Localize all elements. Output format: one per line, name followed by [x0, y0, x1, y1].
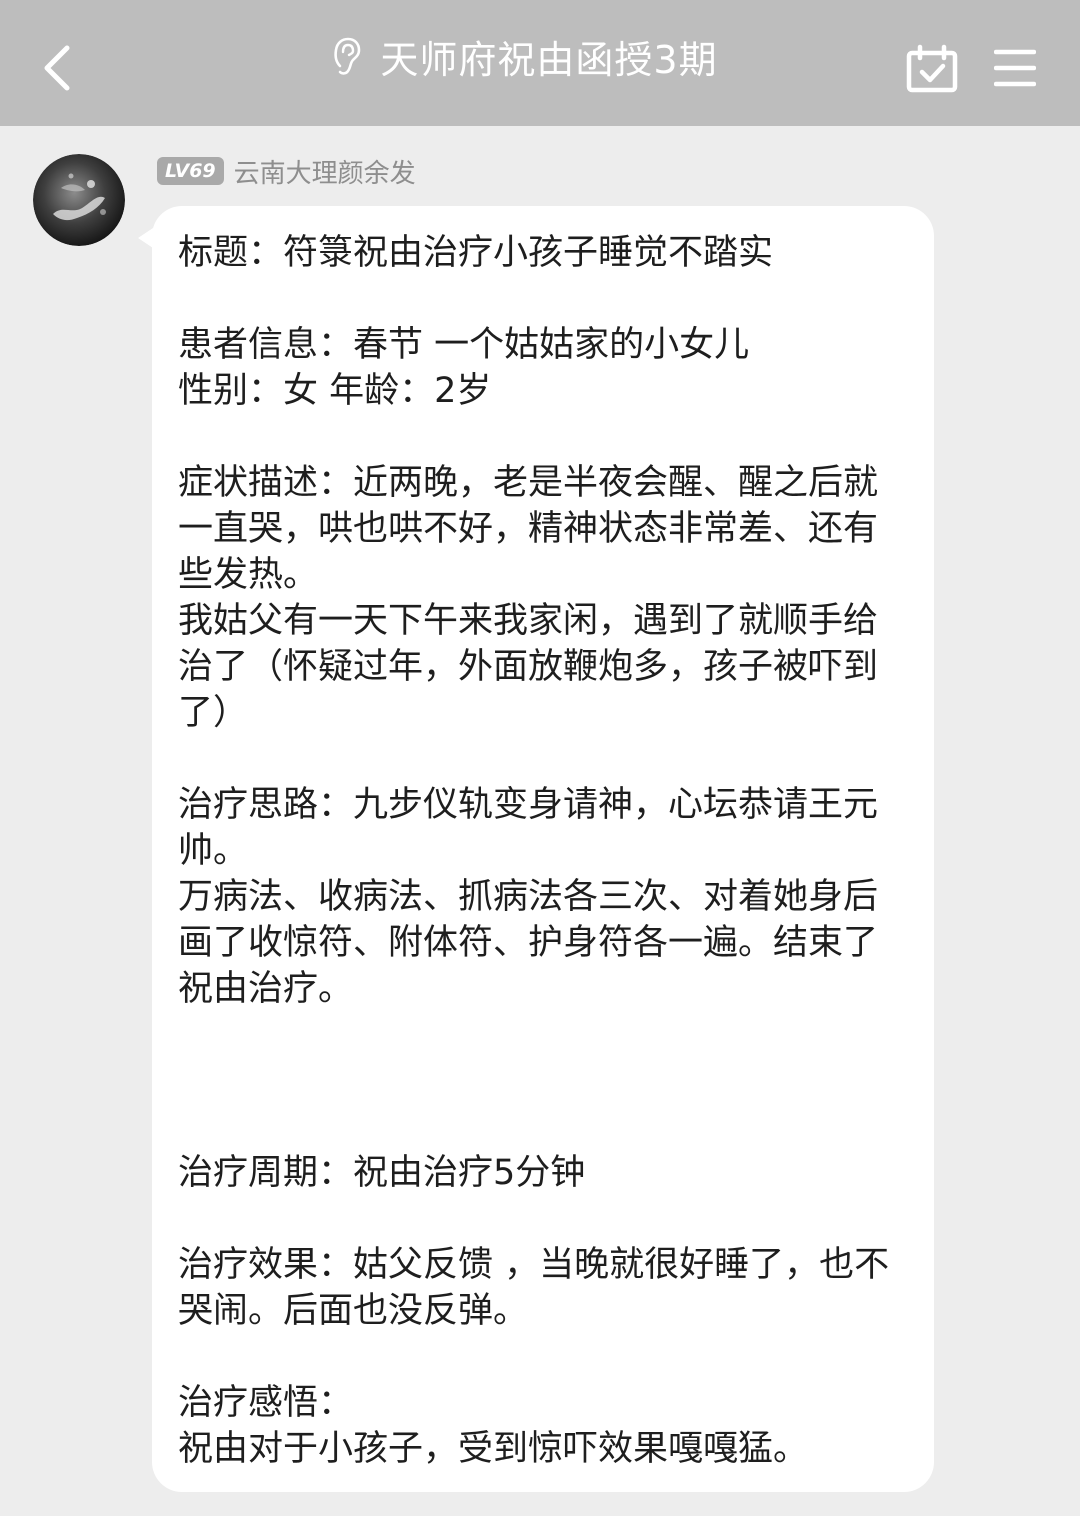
page-title: 天师府祝由函授3期: [380, 37, 718, 82]
menu-icon: [993, 49, 1037, 87]
top-navigation-bar: 天师府祝由函授3期: [0, 0, 1080, 126]
calendar-check-icon: [906, 44, 958, 93]
message-text: 标题：符箓祝由治疗小孩子睡觉不踏实 患者信息：春节 一个姑姑家的小女儿 性别：女…: [178, 233, 890, 1469]
calendar-button[interactable]: [904, 44, 960, 94]
avatar-image: [33, 154, 125, 246]
sender-name[interactable]: 云南大理颜余发: [234, 153, 416, 190]
sender-info: LV69 云南大理颜余发: [157, 153, 416, 190]
ear-icon: [334, 37, 361, 75]
avatar[interactable]: [33, 154, 125, 246]
message-bubble[interactable]: 标题：符箓祝由治疗小孩子睡觉不踏实 患者信息：春节 一个姑姑家的小女儿 性别：女…: [152, 206, 934, 1492]
level-badge: LV69: [157, 157, 224, 185]
menu-button[interactable]: [993, 48, 1037, 88]
